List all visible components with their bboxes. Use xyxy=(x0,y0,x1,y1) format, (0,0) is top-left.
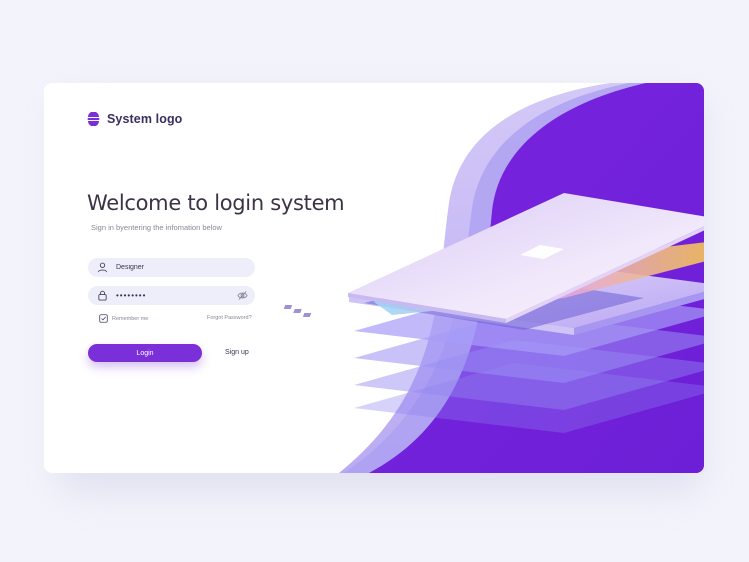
sign-up-link[interactable]: Sign up xyxy=(225,349,249,356)
username-field[interactable] xyxy=(88,258,255,277)
password-field[interactable] xyxy=(88,286,255,305)
login-button[interactable]: Login xyxy=(88,344,202,362)
login-card: System logo Welcome to login system Sign… xyxy=(44,83,704,473)
remember-me-label: Remember me xyxy=(112,315,149,322)
logo-icon xyxy=(87,112,100,126)
laptop-illustration xyxy=(283,193,704,433)
page-title: Welcome to login system xyxy=(87,191,345,215)
user-icon xyxy=(97,262,108,273)
eye-off-icon[interactable] xyxy=(237,290,248,301)
username-input[interactable] xyxy=(116,264,226,271)
lock-icon xyxy=(98,290,107,301)
logo-text: System logo xyxy=(107,112,183,126)
checkbox-checked-icon[interactable] xyxy=(99,314,108,323)
page-subtitle: Sign in byentering the infomation below xyxy=(91,223,222,232)
remember-me-checkbox[interactable]: Remember me xyxy=(99,314,148,323)
system-logo[interactable]: System logo xyxy=(87,112,182,126)
password-input[interactable] xyxy=(116,291,226,300)
forgot-password-link[interactable]: Forgot Password? xyxy=(207,315,252,321)
